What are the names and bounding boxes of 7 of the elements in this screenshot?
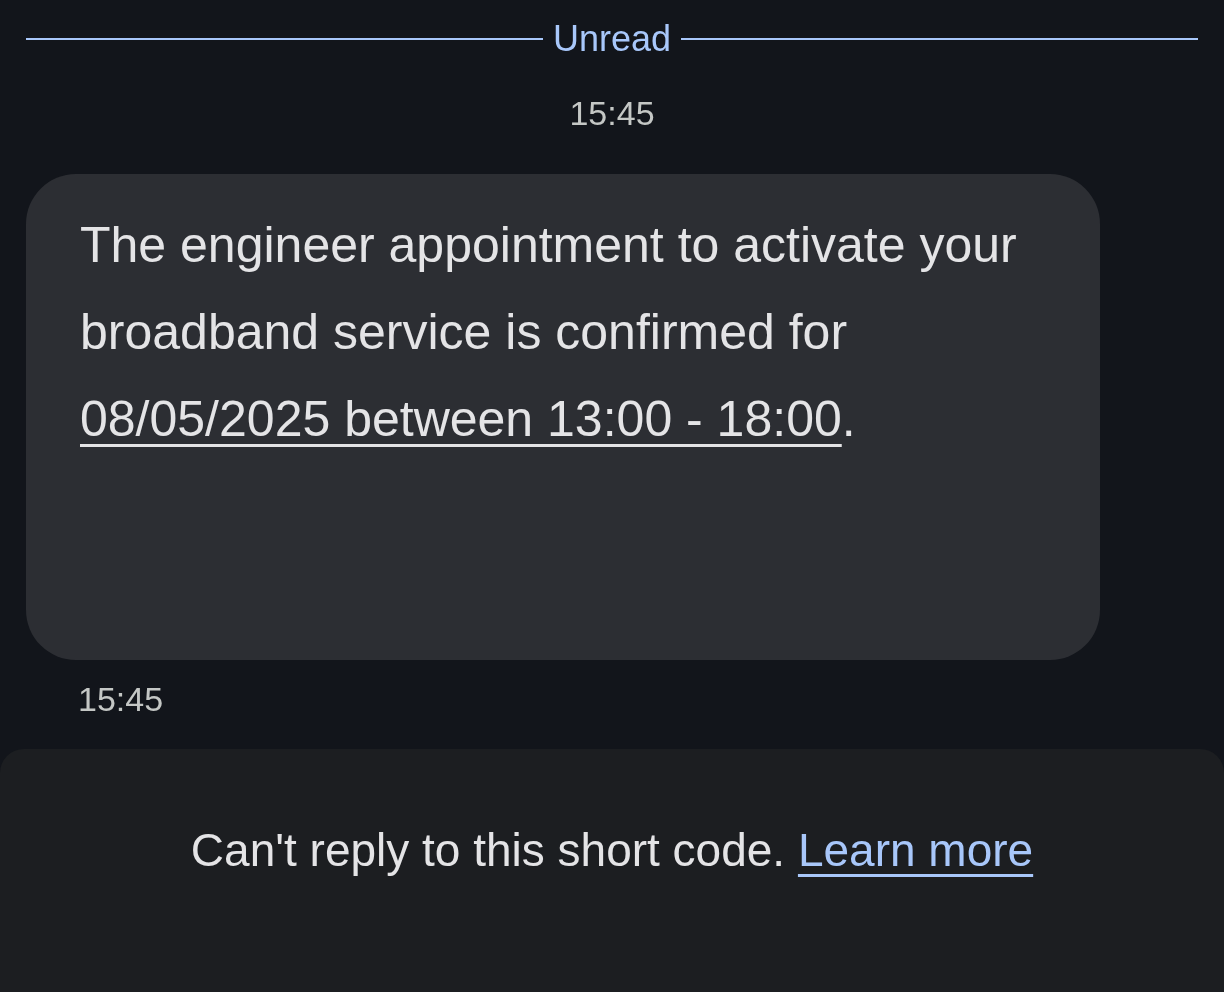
message-time: 15:45 [78,680,165,719]
message-text: The engineer appointment to activate your broadband service is confirmed for 08/05/2025 between 13:00 - 18:00. [80,216,1018,449]
date-link[interactable]: 08/05/2025 between 13:00 - 18:00 [80,391,842,447]
notice-text: Can't reply to this short code. Learn more [190,823,1034,878]
unread-label: Unread [552,18,672,60]
timestamp: 15:45 [569,94,655,134]
learn-more-link[interactable]: Learn more [797,824,1034,876]
